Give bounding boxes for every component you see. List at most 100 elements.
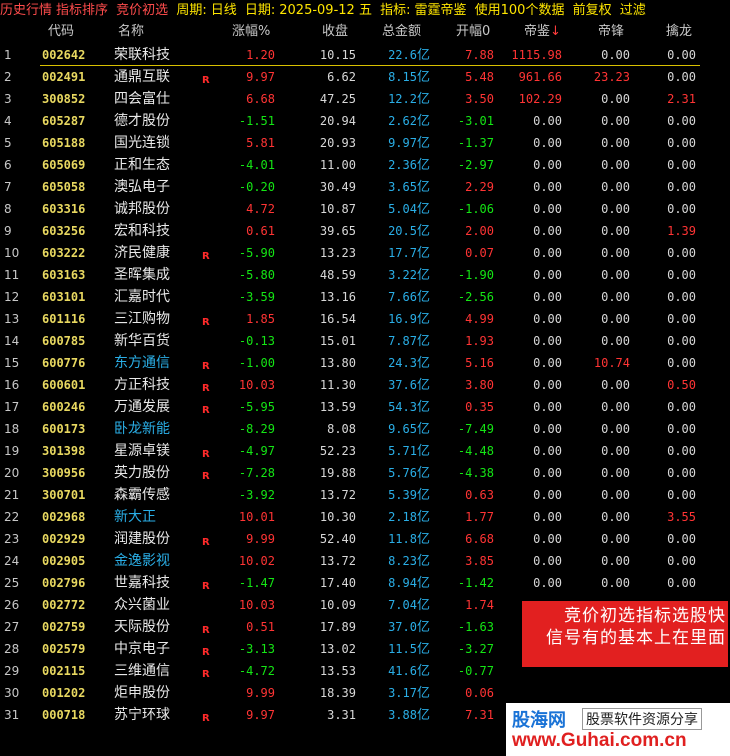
table-row[interactable]: 23 002929 润建股份 R 9.99 52.40 6.68 0.00 0.00 0.00 11…	[0, 528, 730, 550]
stock-name: 新华百货	[114, 333, 170, 349]
close-price: 13.16	[319, 290, 356, 304]
adjust-mode[interactable]: 前复权	[573, 3, 612, 18]
table-row[interactable]: 19 301398 星源卓镁 R -4.97 52.23 -4.48 0.00 0.00 0.00…	[0, 440, 730, 462]
col-open[interactable]: 开幅0	[456, 22, 490, 42]
table-row[interactable]: 10 603222 济民健康 R -5.90 13.23 0.07 0.00 0.00 0.00 1…	[0, 242, 730, 264]
col-emperor[interactable]: 帝鉴↓	[524, 22, 561, 42]
table-row[interactable]: 24 002905 金逸影视 10.02 13.72 3.85 0.00 0.00 0.00 8.…	[0, 550, 730, 572]
amount-unit: 亿	[416, 180, 430, 195]
table-row[interactable]: 3 300852 四会富仕 6.68 47.25 3.50 102.29 0.00 2.31 12…	[0, 88, 730, 110]
period-label: 周期:	[176, 3, 207, 18]
total-amount-value: 37.0	[388, 620, 417, 634]
table-row[interactable]: 7 605058 澳弘电子 -0.20 30.49 2.29 0.00 0.00 0.00 3.6…	[0, 176, 730, 198]
change-pct: 10.02	[238, 554, 275, 568]
close-price: 15.01	[319, 334, 356, 348]
col-close[interactable]: 收盘	[322, 22, 348, 42]
amount-unit: 亿	[416, 554, 430, 569]
change-pct: -4.72	[238, 664, 275, 678]
close-price: 30.49	[319, 180, 356, 194]
col-name[interactable]: 名称	[118, 22, 144, 42]
total-amount: 5.39亿	[370, 484, 430, 506]
feng-value: 0.00	[601, 312, 630, 326]
table-row[interactable]: 30 001202 炬申股份 9.99 18.39 0.06 3.17亿	[0, 682, 730, 704]
indicator-value[interactable]: 雷霆帝鉴	[414, 3, 466, 18]
dragon-value: 0.00	[667, 290, 696, 304]
table-row[interactable]: 1 002642 荣联科技 1.20 10.15 7.88 1115.98 0.00 0.00 2…	[0, 44, 730, 66]
watermark: 股海网 股票软件资源分享 www.Guhai.com.cn	[506, 703, 730, 756]
dragon-value: 0.00	[667, 554, 696, 568]
amount-unit: 亿	[416, 444, 430, 459]
close-price: 17.89	[319, 620, 356, 634]
col-change[interactable]: 涨幅%	[232, 22, 270, 42]
total-amount: 2.36亿	[370, 154, 430, 176]
change-pct: 0.51	[246, 620, 275, 634]
table-row[interactable]: 25 002796 世嘉科技 R -1.47 17.40 -1.42 0.00 0.00 0.00…	[0, 572, 730, 594]
table-row[interactable]: 21 300701 森霸传感 -3.92 13.72 0.63 0.00 0.00 0.00 5.…	[0, 484, 730, 506]
emperor-value: 0.00	[533, 334, 562, 348]
table-row[interactable]: 2 002491 通鼎互联 R 9.97 6.62 5.48 961.66 23.23 0.00 8…	[0, 66, 730, 88]
col-dragon[interactable]: 擒龙	[666, 22, 692, 42]
open-pct: 7.88	[465, 48, 494, 62]
table-row[interactable]: 16 600601 方正科技 R 10.03 11.30 3.80 0.00 0.00 0.50 3…	[0, 374, 730, 396]
total-amount-value: 5.04	[388, 202, 417, 216]
close-price: 17.40	[319, 576, 356, 590]
stock-name: 四会富仕	[114, 91, 170, 107]
col-feng[interactable]: 帝锋	[598, 22, 624, 42]
table-row[interactable]: 8 603316 诚邦股份 4.72 10.87 -1.06 0.00 0.00 0.00 5.0…	[0, 198, 730, 220]
table-row[interactable]: 9 603256 宏和科技 0.61 39.65 2.00 0.00 0.00 1.39 20.5…	[0, 220, 730, 242]
feng-value: 0.00	[601, 422, 630, 436]
col-code[interactable]: 代码	[48, 22, 74, 42]
dragon-value: 0.00	[667, 158, 696, 172]
table-row[interactable]: 17 600246 万通发展 R -5.95 13.59 0.35 0.00 0.00 0.00 5…	[0, 396, 730, 418]
change-pct: 5.81	[246, 136, 275, 150]
change-pct: -4.01	[238, 158, 275, 172]
open-pct: -0.77	[457, 664, 494, 678]
promo-overlay: 竞价初选指标选股快 信号有的基本上在里面	[522, 601, 728, 667]
open-pct: 0.06	[465, 686, 494, 700]
feng-value: 0.00	[601, 334, 630, 348]
margin-flag: R	[202, 713, 210, 724]
table-row[interactable]: 22 002968 新大正 10.01 10.30 1.77 0.00 0.00 3.55 2.1…	[0, 506, 730, 528]
stock-code: 002642	[42, 48, 86, 62]
table-row[interactable]: 6 605069 正和生态 -4.01 11.00 -2.97 0.00 0.00 0.00 2.…	[0, 154, 730, 176]
stock-code: 603222	[42, 246, 86, 260]
table-row[interactable]: 14 600785 新华百货 -0.13 15.01 1.93 0.00 0.00 0.00 7.…	[0, 330, 730, 352]
stock-code: 603256	[42, 224, 86, 238]
table-row[interactable]: 18 600173 卧龙新能 -8.29 8.08 -7.49 0.00 0.00 0.00 9.…	[0, 418, 730, 440]
dragon-value: 1.39	[667, 224, 696, 238]
table-row[interactable]: 4 605287 德才股份 -1.51 20.94 -3.01 0.00 0.00 0.00 2.…	[0, 110, 730, 132]
stock-code: 300852	[42, 92, 86, 106]
stock-code: 002115	[42, 664, 86, 678]
table-row[interactable]: 12 603101 汇嘉时代 -3.59 13.16 -2.56 0.00 0.00 0.00 7…	[0, 286, 730, 308]
table-row[interactable]: 5 605188 国光连锁 5.81 20.93 -1.37 0.00 0.00 0.00 9.9…	[0, 132, 730, 154]
change-pct: 9.97	[246, 708, 275, 722]
open-pct: -4.38	[457, 466, 494, 480]
table-row[interactable]: 11 603163 圣晖集成 -5.80 48.59 -1.90 0.00 0.00 0.00 3…	[0, 264, 730, 286]
table-row[interactable]: 13 601116 三江购物 R 1.85 16.54 4.99 0.00 0.00 0.00 16…	[0, 308, 730, 330]
close-price: 13.80	[319, 356, 356, 370]
stock-name: 济民健康	[114, 245, 170, 261]
stock-code: 605058	[42, 180, 86, 194]
emperor-value: 0.00	[533, 290, 562, 304]
period-value[interactable]: 日线	[211, 3, 237, 18]
emperor-value: 0.00	[533, 576, 562, 590]
filter-button[interactable]: 过滤	[620, 3, 646, 18]
total-amount: 8.23亿	[370, 550, 430, 572]
row-index: 16	[4, 378, 20, 392]
change-pct: -5.95	[238, 400, 275, 414]
change-pct: 9.99	[246, 686, 275, 700]
date-value[interactable]: 2025-09-12 五	[279, 3, 372, 18]
dragon-value: 0.00	[667, 268, 696, 282]
dragon-value: 0.00	[667, 114, 696, 128]
table-row[interactable]: 20 300956 英力股份 R -7.28 19.88 -4.38 0.00 0.00 0.00…	[0, 462, 730, 484]
amount-unit: 亿	[416, 488, 430, 503]
close-price: 19.88	[319, 466, 356, 480]
dragon-value: 0.50	[667, 378, 696, 392]
sort-menu[interactable]: 指标排序	[56, 3, 108, 18]
table-row[interactable]: 15 600776 东方通信 R -1.00 13.80 5.16 0.00 10.74 0.00…	[0, 352, 730, 374]
total-amount: 5.71亿	[370, 440, 430, 462]
col-amount[interactable]: 总金额	[382, 22, 421, 42]
feng-value: 23.23	[593, 70, 630, 84]
feng-value: 0.00	[601, 136, 630, 150]
history-menu[interactable]: 历史行情	[0, 3, 52, 18]
